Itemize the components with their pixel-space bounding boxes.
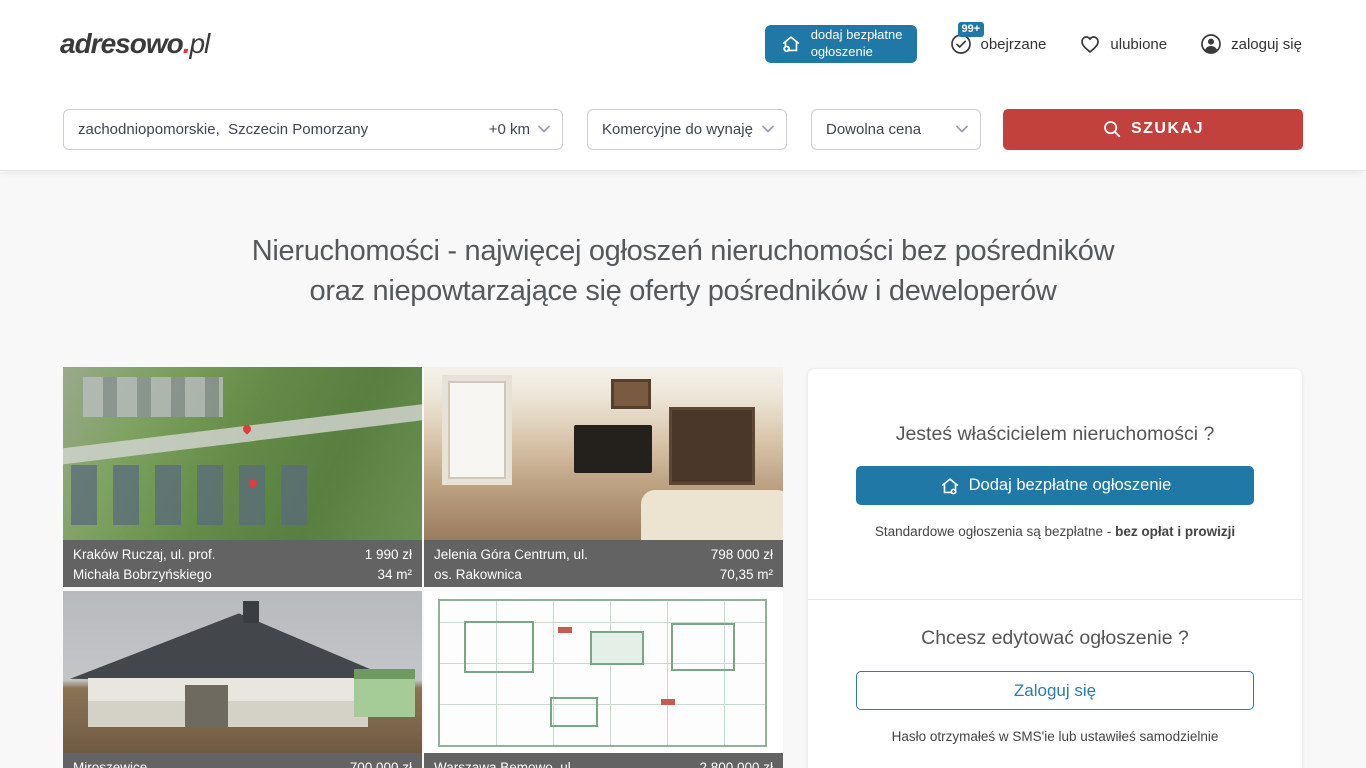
add-listing-line2: ogłoszenie xyxy=(811,44,873,59)
category-select[interactable]: Komercyjne do wynaję xyxy=(587,109,787,150)
brand-logo[interactable]: adresowo.pl xyxy=(60,28,209,60)
listing-price: 2 800 000 zł xyxy=(699,760,773,768)
sidebar-add-listing-button[interactable]: Dodaj bezpłatne ogłoszenie xyxy=(856,466,1254,505)
listing-price-area: 1 990 zł 34 m² xyxy=(365,545,412,587)
listing-price-area: 700 000 zł xyxy=(350,758,412,768)
free-listing-note-text: Standardowe ogłoszenia są bezpłatne - xyxy=(875,524,1115,539)
listing-price: 1 990 zł xyxy=(365,547,412,562)
search-button-label: SZUKAJ xyxy=(1131,120,1204,138)
add-listing-button[interactable]: dodaj bezpłatne ogłoszenie xyxy=(765,25,917,63)
edit-panel-title: Chcesz edytować ogłoszenie ? xyxy=(808,627,1302,650)
listing-address: Jelenia Góra Centrum, ul. os. Rakownica xyxy=(434,545,588,587)
password-note: Hasło otrzymałeś w SMS'ie lub ustawiłeś … xyxy=(808,729,1302,744)
listing-price-area: 798 000 zł 70,35 m² xyxy=(711,545,773,587)
category-value: Komercyjne do wynaję xyxy=(602,121,753,138)
listing-photo-house xyxy=(63,591,422,753)
listing-address-line2: Michała Bobrzyńskiego xyxy=(73,567,212,582)
nav-favorites[interactable]: ulubione xyxy=(1078,32,1167,56)
radius-value: +0 km xyxy=(489,121,530,138)
search-bar: zachodniopomorskie, Szczecin Pomorzany +… xyxy=(0,88,1366,171)
main-content: Nieruchomości - najwięcej ogłoszeń nieru… xyxy=(0,172,1366,768)
divider xyxy=(808,599,1302,600)
nav-login[interactable]: zaloguj się xyxy=(1199,32,1302,56)
listing-card[interactable]: Kraków Ruczaj, ul. prof. Michała Bobrzyń… xyxy=(63,367,422,587)
nav-viewed-label: obejrzane xyxy=(981,36,1047,53)
location-input[interactable]: zachodniopomorskie, Szczecin Pomorzany +… xyxy=(63,109,563,150)
listing-price: 798 000 zł xyxy=(711,547,773,562)
search-button[interactable]: SZUKAJ xyxy=(1003,109,1303,150)
header: adresowo.pl dodaj bezpłatne ogłoszenie xyxy=(0,0,1366,88)
listing-area: 34 m² xyxy=(377,567,412,582)
brand-tld: pl xyxy=(189,28,209,59)
brand-name: adresowo xyxy=(60,28,183,59)
listing-price: 700 000 zł xyxy=(350,760,412,768)
check-circle-icon: 99+ xyxy=(949,32,973,56)
page-title: Nieruchomości - najwięcej ogłoszeń nieru… xyxy=(0,231,1366,311)
header-nav: dodaj bezpłatne ogłoszenie 99+ obejrzane xyxy=(765,25,1302,63)
add-listing-label: dodaj bezpłatne ogłoszenie xyxy=(811,27,903,61)
listing-caption: Kraków Ruczaj, ul. prof. Michała Bobrzyń… xyxy=(63,540,422,587)
listing-address-line1: Warszawa Bemowo, ul. xyxy=(434,760,575,768)
chevron-down-icon xyxy=(538,125,550,133)
listing-caption: Warszawa Bemowo, ul. 2 800 000 zł xyxy=(424,753,783,768)
listing-photo-interior xyxy=(424,367,783,540)
listing-address: Kraków Ruczaj, ul. prof. Michała Bobrzyń… xyxy=(73,545,216,587)
radius-select[interactable]: +0 km xyxy=(489,121,550,138)
chevron-down-icon xyxy=(956,125,968,133)
listing-address-line1: Kraków Ruczaj, ul. prof. xyxy=(73,547,216,562)
listing-card[interactable]: Warszawa Bemowo, ul. 2 800 000 zł xyxy=(424,591,783,768)
viewed-count-badge: 99+ xyxy=(958,22,985,37)
listing-card[interactable]: Jelenia Góra Centrum, ul. os. Rakownica … xyxy=(424,367,783,587)
page-title-line1: Nieruchomości - najwięcej ogłoszeń nieru… xyxy=(252,235,1115,267)
house-plus-icon xyxy=(779,32,803,56)
listing-card[interactable]: Miroszewice 700 000 zł xyxy=(63,591,422,768)
location-value: zachodniopomorskie, Szczecin Pomorzany xyxy=(78,121,368,138)
price-select[interactable]: Dowolna cena xyxy=(811,109,981,150)
nav-favorites-label: ulubione xyxy=(1110,36,1167,53)
free-listing-note: Standardowe ogłoszenia są bezpłatne - be… xyxy=(808,524,1302,539)
free-listing-note-bold: bez opłat i prowizji xyxy=(1115,524,1235,539)
person-circle-icon xyxy=(1199,32,1223,56)
owner-panel-title: Jesteś właścicielem nieruchomości ? xyxy=(808,423,1302,446)
listing-address-line1: Miroszewice xyxy=(73,760,147,768)
listing-address: Warszawa Bemowo, ul. xyxy=(434,758,575,768)
chevron-down-icon xyxy=(762,125,774,133)
magnifier-icon xyxy=(1102,119,1122,139)
listing-photo-aerial xyxy=(63,367,422,540)
page-title-line2: oraz niepowtarzające się oferty pośredni… xyxy=(310,275,1057,307)
add-listing-line1: dodaj bezpłatne xyxy=(811,27,903,42)
sidebar-login-button[interactable]: Zaloguj się xyxy=(856,671,1254,710)
nav-login-label: zaloguj się xyxy=(1231,36,1302,53)
nav-viewed[interactable]: 99+ obejrzane xyxy=(949,32,1047,56)
listing-area: 70,35 m² xyxy=(720,567,773,582)
listing-address-line1: Jelenia Góra Centrum, ul. xyxy=(434,547,588,562)
owner-panel: Jesteś właścicielem nieruchomości ? Doda… xyxy=(807,368,1303,768)
listing-price-area: 2 800 000 zł xyxy=(699,758,773,768)
listing-photo-floorplan xyxy=(424,591,783,753)
sidebar-add-listing-label: Dodaj bezpłatne ogłoszenie xyxy=(969,476,1172,495)
listing-address-line2: os. Rakownica xyxy=(434,567,522,582)
listing-address: Miroszewice xyxy=(73,758,147,768)
page: adresowo.pl dodaj bezpłatne ogłoszenie xyxy=(0,0,1366,768)
house-plus-icon xyxy=(939,475,961,497)
price-value: Dowolna cena xyxy=(826,121,921,138)
heart-icon xyxy=(1078,32,1102,56)
listing-caption: Miroszewice 700 000 zł xyxy=(63,753,422,768)
listing-caption: Jelenia Góra Centrum, ul. os. Rakownica … xyxy=(424,540,783,587)
